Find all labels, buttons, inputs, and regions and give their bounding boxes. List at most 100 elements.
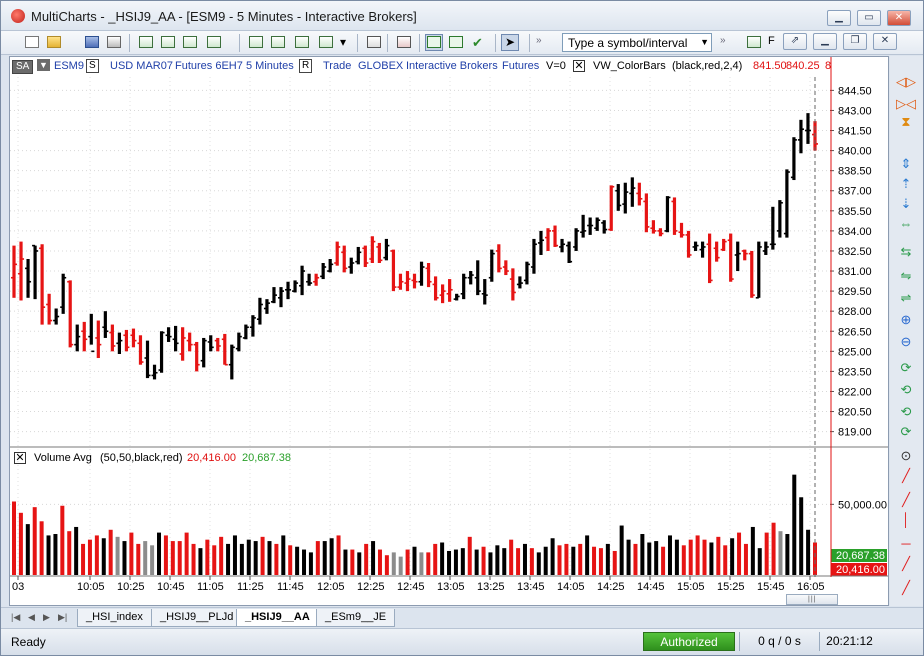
volume-avg-red-box-label: 20,416.00	[836, 564, 885, 576]
horizontal-line-icon[interactable]: ─	[896, 536, 916, 552]
vertical-line-icon[interactable]: │	[896, 512, 916, 528]
symbol-interval-input[interactable]: Type a symbol/interval ▼	[562, 33, 712, 52]
volume-bar	[633, 543, 638, 575]
price-bar	[720, 238, 727, 251]
close-volume-study-icon[interactable]: ✕	[14, 452, 26, 464]
horizontal-scroll-thumb[interactable]: |||	[786, 594, 838, 605]
new-portfolio-icon[interactable]	[205, 34, 223, 51]
price-bar	[144, 340, 151, 379]
new-chart-icon[interactable]	[137, 34, 155, 51]
tab-esm9-je[interactable]: _ESm9__JE	[316, 609, 396, 627]
volume-bar	[122, 541, 127, 575]
refresh-icon[interactable]: ⟳	[896, 360, 916, 376]
ray-icon[interactable]: ╱	[896, 492, 916, 508]
price-bar	[790, 137, 797, 181]
new-dom-icon[interactable]	[181, 34, 199, 51]
volume-bar	[730, 538, 735, 575]
format-icon[interactable]	[317, 34, 335, 51]
zoom-out-horizontal-icon[interactable]: ◁▷	[896, 74, 916, 90]
child-restore-button[interactable]: ❐	[843, 33, 867, 50]
price-bar	[608, 185, 615, 231]
maximize-button[interactable]: ▭	[857, 10, 881, 26]
first-tab-icon[interactable]: |◀	[11, 612, 20, 623]
dropdown-arrow-icon[interactable]: ▾	[339, 34, 357, 51]
zoom-out-icon[interactable]: ⊖	[896, 334, 916, 350]
volume-bar	[336, 535, 341, 575]
new-file-icon[interactable]	[23, 34, 41, 51]
close-button[interactable]: ✕	[887, 10, 911, 26]
ohlc-bar-icon[interactable]	[425, 34, 443, 51]
price-bar	[685, 230, 692, 258]
volume-bar	[488, 552, 493, 575]
volume-bar	[274, 543, 279, 575]
zoom-in-horizontal-icon[interactable]: ▷◁	[896, 96, 916, 112]
new-scanner-icon[interactable]	[159, 34, 177, 51]
open-folder-icon[interactable]	[45, 34, 63, 51]
price-bar	[797, 119, 804, 154]
chart-canvas[interactable]: 844.50 843.00 841.50 840.00 838.50 837.00 835.…	[10, 57, 888, 605]
move-right-icon[interactable]: ⇔	[896, 216, 916, 232]
price-bar	[81, 321, 88, 352]
time-tick-label: 15:25	[717, 581, 745, 593]
volume-bar	[391, 552, 396, 575]
volume-bar	[585, 535, 590, 575]
toolbar-overflow-2-icon[interactable]: »	[719, 34, 737, 51]
portfolio-icon[interactable]	[745, 34, 763, 51]
tab-hsi-index[interactable]: _HSI_index	[77, 609, 152, 627]
price-bar	[11, 245, 17, 298]
cycle-icon[interactable]: ⟲	[896, 382, 916, 398]
price-bar	[95, 320, 102, 359]
child-close-button[interactable]: ✕	[873, 33, 897, 50]
move-down-icon[interactable]: ⇣	[896, 196, 916, 212]
volume-bar	[550, 538, 555, 575]
magnifier-icon[interactable]: ⊙	[896, 448, 916, 464]
next-tab-icon[interactable]: ▶	[43, 612, 50, 623]
save-icon[interactable]	[83, 34, 101, 51]
price-bar	[776, 200, 783, 238]
channel-icon[interactable]: ╱	[896, 556, 916, 572]
price-bar	[587, 217, 594, 235]
undo-icon[interactable]: ⟲	[896, 404, 916, 420]
hourglass-icon[interactable]: ⧗	[896, 114, 916, 130]
prev-tab-icon[interactable]: ◀	[28, 612, 35, 623]
child-minimize-button[interactable]: ▁	[813, 33, 837, 50]
insert-study-icon[interactable]	[247, 34, 265, 51]
move-up-icon[interactable]: ⇡	[896, 176, 916, 192]
candlestick-icon[interactable]	[447, 34, 465, 51]
volume-bar	[453, 549, 458, 575]
volume-bar	[481, 546, 486, 575]
price-bar	[341, 245, 348, 273]
tab-hsij9-pljd[interactable]: _HSIJ9__PLJd	[151, 609, 243, 627]
price-bar	[355, 246, 362, 265]
redo-icon[interactable]: ⟳	[896, 424, 916, 440]
chart-area[interactable]: SA ▼ ESM9 S USD MAR07 Futures 6EH7 5 Min…	[9, 56, 889, 606]
tab-hsij9-aa[interactable]: _HSIJ9__AA	[236, 609, 319, 627]
volume-avg-green-box-label: 20,687.38	[836, 550, 885, 562]
fibonacci-icon[interactable]: ╱	[896, 580, 916, 596]
move-left-icon[interactable]: ⇆	[896, 244, 916, 260]
price-bar	[650, 220, 657, 234]
scroll-up-icon[interactable]: ⇕	[896, 156, 916, 172]
minimize-button[interactable]: ▁	[827, 10, 851, 26]
trendline-icon[interactable]: ╱	[896, 468, 916, 484]
volume-bar	[667, 535, 672, 575]
shrink-icon[interactable]: ⇌	[896, 290, 916, 306]
insert-drawing-icon[interactable]	[293, 34, 311, 51]
check-icon[interactable]: ✔	[471, 34, 489, 51]
cursor-pointer-icon[interactable]: ➤	[501, 34, 519, 51]
restore-popup-button[interactable]: ⇗	[783, 33, 807, 50]
zoom-in-icon[interactable]: ⊕	[896, 312, 916, 328]
data-window-icon[interactable]	[365, 34, 383, 51]
insert-signal-icon[interactable]	[269, 34, 287, 51]
expand-icon[interactable]: ⇋	[896, 268, 916, 284]
print-icon[interactable]	[105, 34, 123, 51]
calendar-icon[interactable]	[395, 34, 413, 51]
price-bar	[481, 279, 488, 305]
chevron-down-icon[interactable]: ▼	[700, 37, 709, 47]
time-tick-label: 12:25	[357, 581, 385, 593]
volume-bar	[619, 525, 624, 575]
price-bar	[474, 260, 481, 296]
last-tab-icon[interactable]: ▶|	[58, 612, 67, 623]
toolbar-overflow-icon[interactable]: »	[535, 34, 553, 51]
price-bar	[601, 220, 608, 234]
